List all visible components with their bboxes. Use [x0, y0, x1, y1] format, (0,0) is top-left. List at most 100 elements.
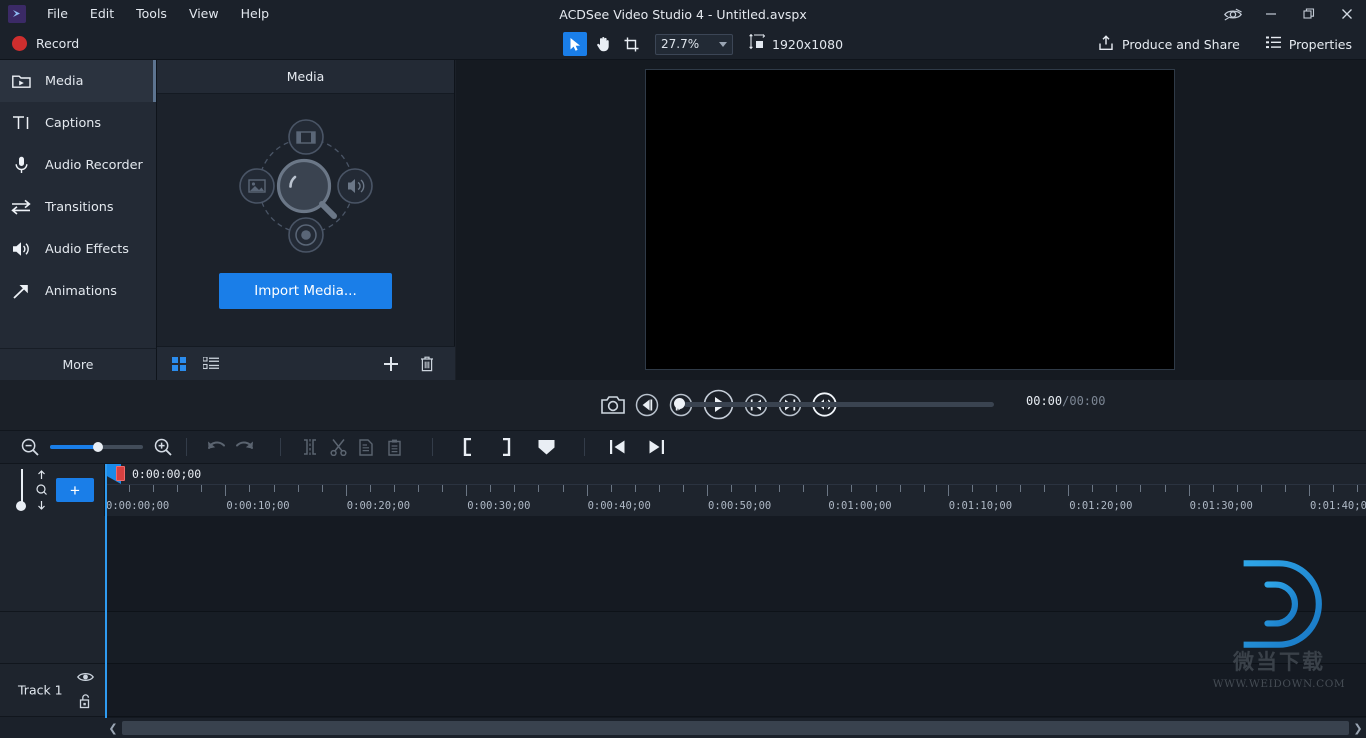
ruler-tick	[466, 485, 468, 496]
resolution-group[interactable]: 1920x1080	[749, 33, 843, 54]
maximize-restore-icon[interactable]	[1290, 0, 1328, 28]
zoom-level-select[interactable]: 27.7%	[655, 33, 733, 55]
list-view-icon[interactable]	[201, 354, 221, 374]
ruler-tick-label: 0:00:40;00	[587, 500, 651, 512]
unlock-icon[interactable]	[79, 694, 92, 713]
record-button[interactable]: Record	[12, 36, 79, 51]
menu-item-view[interactable]: View	[178, 4, 230, 25]
timeline-ruler[interactable]: 0:00:00;00 0:00:00;00 0:00:10;00 0:00:20;0…	[105, 464, 1366, 516]
eye-visible-icon[interactable]	[77, 668, 94, 687]
minimize-icon[interactable]	[1252, 0, 1290, 28]
ruler-tick-minor	[369, 485, 371, 492]
ruler-playhead-row: 0:00:00;00	[105, 464, 1366, 484]
ruler-tick-minor	[923, 485, 925, 492]
trash-delete-icon[interactable]	[417, 354, 437, 374]
track-height-icon[interactable]	[16, 469, 28, 511]
scroll-left-icon[interactable]: ❮	[105, 718, 121, 738]
ruler-tick-minor	[442, 485, 444, 492]
sidebar-item-captions[interactable]: Captions	[0, 102, 156, 144]
ruler-tick-minor	[514, 485, 516, 492]
ruler-tick	[707, 485, 708, 496]
sidebar-item-audio-recorder[interactable]: Audio Recorder	[0, 144, 156, 186]
snapshot-camera-icon[interactable]	[601, 395, 625, 415]
crop-icon[interactable]	[619, 32, 643, 56]
scrollbar-thumb[interactable]	[122, 721, 1349, 735]
close-icon[interactable]	[1328, 0, 1366, 28]
ruler-tick-minor	[1044, 485, 1046, 492]
properties-button[interactable]: Properties	[1262, 32, 1356, 56]
toolbar-divider	[584, 438, 585, 456]
sidebar-item-label: Media	[45, 73, 84, 89]
sidebar-item-label: Transitions	[45, 199, 114, 215]
next-marker-icon[interactable]	[642, 435, 670, 459]
sidebar-item-label: Captions	[45, 115, 102, 131]
ruler-tick-label: 0:00:30;00	[467, 500, 531, 512]
menu-item-tools[interactable]: Tools	[125, 4, 178, 25]
ruler-tick-minor	[1092, 485, 1094, 492]
timeline-toolbar	[0, 430, 1366, 464]
menu-item-help[interactable]: Help	[230, 4, 281, 25]
track-header[interactable]	[0, 612, 105, 664]
add-plus-icon[interactable]	[381, 354, 401, 374]
arrow-diagonal-icon	[10, 283, 32, 300]
preview-eye-icon[interactable]	[1214, 0, 1252, 28]
track-lane[interactable]	[105, 612, 1366, 664]
grid-view-icon[interactable]	[169, 354, 189, 374]
produce-and-share-button[interactable]: Produce and Share	[1094, 31, 1244, 58]
sidebar-item-animations[interactable]: Animations	[0, 270, 156, 312]
cut-scissors-icon[interactable]	[324, 435, 352, 459]
menu-item-edit[interactable]: Edit	[79, 4, 125, 25]
track-header[interactable]	[0, 516, 105, 612]
app-window: File Edit Tools View Help ACDSee Video S…	[0, 0, 1366, 738]
zoom-out-icon[interactable]	[16, 435, 44, 459]
track-lane-track-1[interactable]	[105, 664, 1366, 717]
zoom-in-icon[interactable]	[149, 435, 177, 459]
sidebar-item-label: Audio Effects	[45, 241, 129, 257]
timeline-horizontal-scrollbar[interactable]: ❮ ❯	[105, 718, 1366, 738]
playhead-line	[105, 464, 107, 718]
zoom-fit-icon[interactable]	[34, 468, 48, 512]
ruler-tick-minor	[490, 485, 492, 492]
undo-icon[interactable]	[202, 435, 230, 459]
seek-knob[interactable]	[674, 398, 685, 409]
preview-monitor[interactable]	[645, 69, 1175, 370]
split-icon[interactable]	[296, 435, 324, 459]
sidebar-item-audio-effects[interactable]: Audio Effects	[0, 228, 156, 270]
bottom-left-filler	[0, 718, 105, 738]
paste-icon[interactable]	[380, 435, 408, 459]
redo-icon[interactable]	[230, 435, 258, 459]
mark-in-icon[interactable]	[454, 435, 482, 459]
scroll-right-icon[interactable]: ❯	[1350, 718, 1366, 738]
marker-icon[interactable]	[532, 435, 560, 459]
ruler-tick-minor	[731, 485, 733, 492]
previous-marker-icon[interactable]	[604, 435, 632, 459]
select-arrow-icon[interactable]	[563, 32, 587, 56]
ruler-tick-label: 0:00:50;00	[708, 500, 772, 512]
sidebar-item-transitions[interactable]: Transitions	[0, 186, 156, 228]
seek-slider[interactable]	[674, 398, 994, 409]
mark-out-icon[interactable]	[492, 435, 520, 459]
playhead-grip[interactable]	[116, 466, 125, 481]
menu-item-file[interactable]: File	[36, 4, 79, 25]
sidebar-item-media[interactable]: Media	[0, 60, 156, 102]
copy-icon[interactable]	[352, 435, 380, 459]
ruler-tick-minor	[129, 485, 131, 492]
ruler-tick-minor	[201, 485, 203, 492]
ruler-tick-minor	[1116, 485, 1118, 492]
ruler-tick-label: 0:01:30;00	[1189, 500, 1253, 512]
timeline-zoom-slider[interactable]	[50, 440, 143, 454]
ruler-tick-label: 0:00:00;00	[106, 500, 170, 512]
previous-frame-icon[interactable]	[635, 393, 659, 417]
zoom-slider-knob[interactable]	[93, 442, 103, 452]
track-header-track-1[interactable]: Track 1	[0, 664, 105, 717]
import-media-button[interactable]: Import Media...	[219, 273, 392, 309]
timeline-track-lanes[interactable]	[105, 516, 1366, 718]
track-lane[interactable]	[105, 516, 1366, 612]
sidebar-more-button[interactable]: More	[0, 348, 157, 380]
ruler-tick-minor	[177, 485, 179, 492]
media-panel-title: Media	[157, 60, 454, 94]
hand-pan-icon[interactable]	[591, 32, 615, 56]
ruler-tick	[947, 485, 949, 496]
add-track-button[interactable]: +	[56, 478, 94, 502]
preview-area	[456, 60, 1366, 380]
